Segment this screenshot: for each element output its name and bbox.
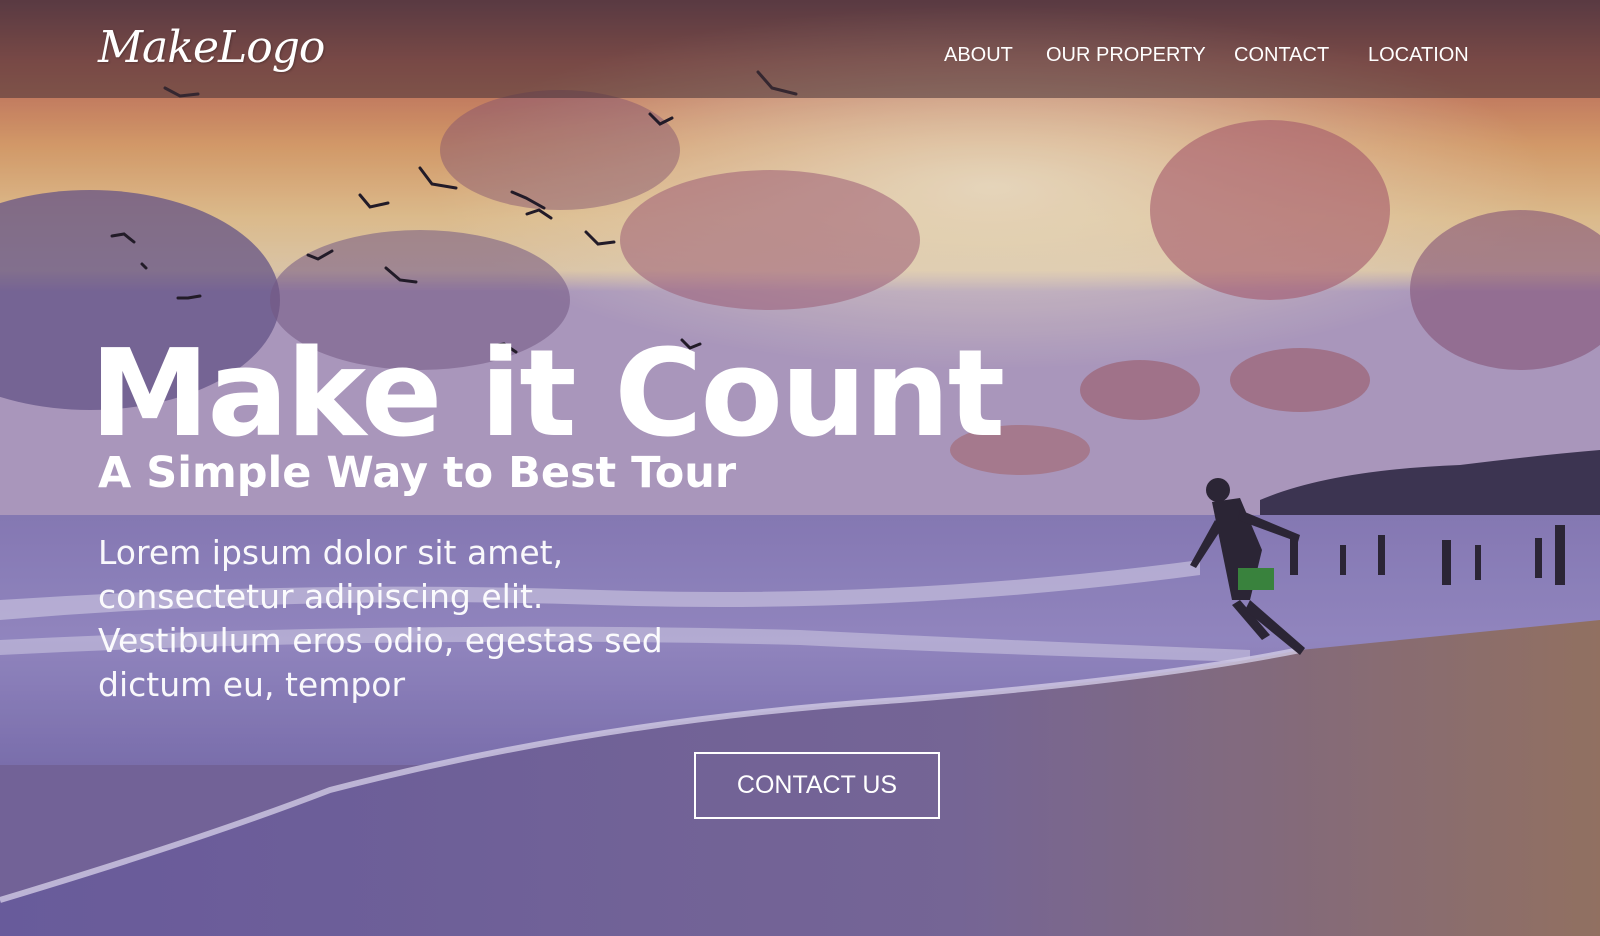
nav-link-contact[interactable]: CONTACT: [1234, 44, 1329, 67]
hero-title: Make it Count: [90, 325, 1005, 464]
site-logo[interactable]: MakeLogo: [98, 22, 325, 73]
nav-link-about[interactable]: ABOUT: [944, 44, 1013, 67]
hero-subtitle: A Simple Way to Best Tour: [98, 448, 737, 498]
contact-us-button[interactable]: CONTACT US: [694, 752, 940, 819]
nav-link-location[interactable]: LOCATION: [1368, 44, 1469, 67]
nav-link-our-property[interactable]: OUR PROPERTY: [1046, 44, 1206, 67]
top-navbar: MakeLogo ABOUT OUR PROPERTY CONTACT LOCA…: [0, 0, 1600, 98]
hero-body-text: Lorem ipsum dolor sit amet, consectetur …: [98, 533, 663, 704]
